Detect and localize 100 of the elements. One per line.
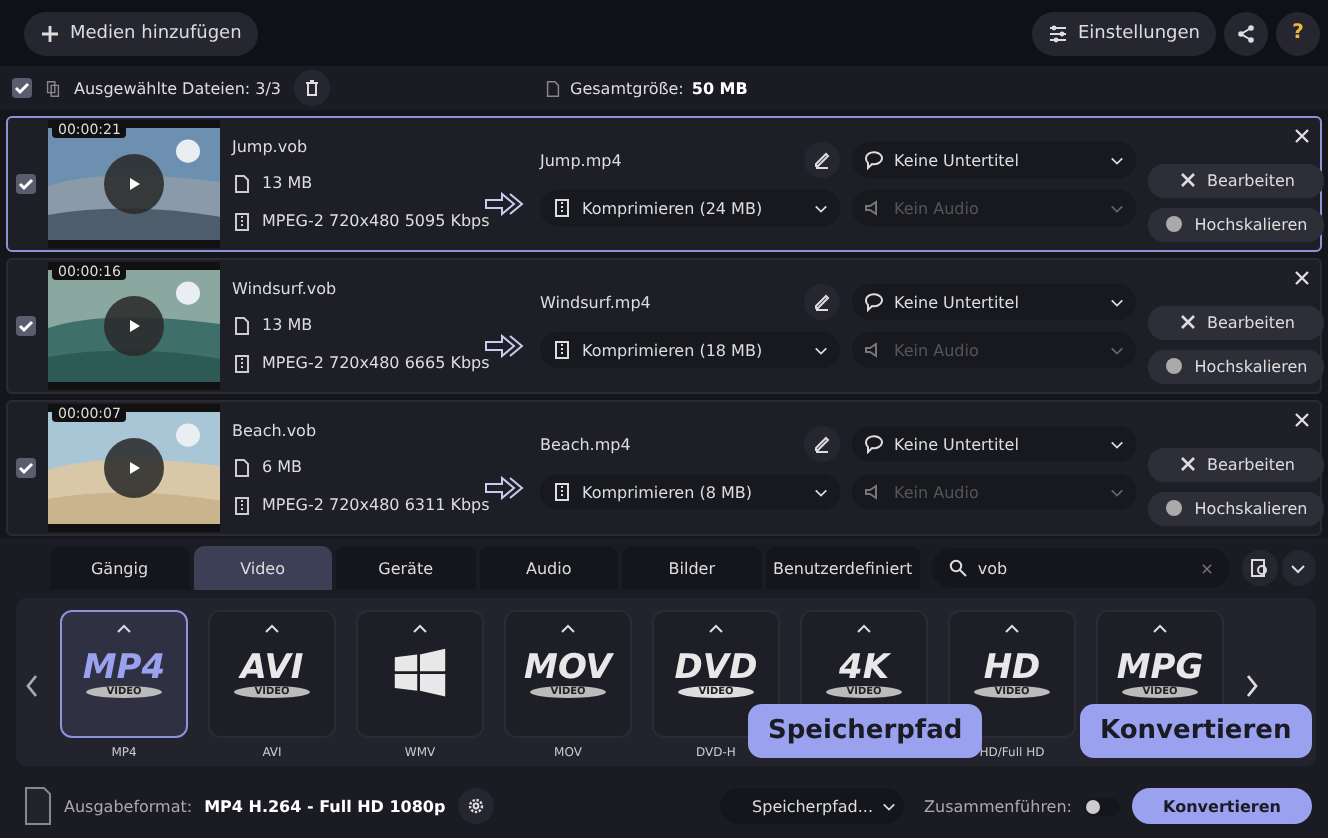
format-tab[interactable]: Audio xyxy=(479,546,619,590)
edit-button[interactable]: Bearbeiten xyxy=(1148,305,1324,339)
tools-icon xyxy=(1177,312,1198,332)
file-size: 6 MB xyxy=(262,458,303,476)
close-button[interactable] xyxy=(1292,126,1312,146)
close-icon xyxy=(1292,410,1312,430)
selected-files-text: Ausgewählte Dateien: 3/3 xyxy=(74,79,281,97)
format-tab[interactable]: Gängig xyxy=(50,546,190,590)
file-name: Windsurf.vob xyxy=(232,279,339,297)
edit-button[interactable]: Bearbeiten xyxy=(1148,163,1324,197)
upscale-button[interactable]: Hochskalieren xyxy=(1148,207,1324,241)
codec-info: MPEG-2 720x480 6665 Kbps xyxy=(262,354,490,372)
select-all-checkbox[interactable] xyxy=(12,78,32,98)
convert-tooltip: Konvertieren xyxy=(1080,704,1312,758)
search-folder-button[interactable] xyxy=(1242,550,1278,586)
file-checkbox[interactable] xyxy=(16,316,36,336)
play-icon xyxy=(124,174,144,194)
convert-button[interactable]: Konvertieren xyxy=(1132,788,1312,824)
output-format-label: Ausgabeformat: xyxy=(64,797,193,815)
caret-icon xyxy=(814,487,828,497)
codec-icon xyxy=(232,353,252,373)
codec-info: MPEG-2 720x480 6311 Kbps xyxy=(262,496,490,514)
search-field[interactable]: vob xyxy=(931,548,1231,588)
caret-icon xyxy=(1110,203,1124,213)
help-button[interactable]: ? xyxy=(1276,11,1320,55)
speech-bubble-icon xyxy=(864,292,884,312)
mp4-file-icon xyxy=(24,786,52,826)
format-tab[interactable]: Geräte xyxy=(336,546,476,590)
compression-dropdown[interactable]: Komprimieren (8 MB) xyxy=(540,474,840,510)
pencil-icon xyxy=(812,292,832,312)
chevron-up-icon xyxy=(262,622,282,634)
sliders-icon xyxy=(1047,23,1068,43)
output-format-value: MP4 H.264 - Full HD 1080p xyxy=(204,797,446,815)
collapse-button[interactable] xyxy=(1281,550,1316,586)
tools-icon xyxy=(1177,454,1198,474)
file-icon xyxy=(232,173,252,193)
codec-icon xyxy=(232,211,252,231)
search-icon xyxy=(947,558,968,578)
zip-icon xyxy=(552,482,572,502)
trash-icon xyxy=(301,78,321,98)
convert-arrow-icon xyxy=(484,476,524,500)
settings-button[interactable]: Einstellungen xyxy=(1031,11,1216,55)
delete-button[interactable] xyxy=(293,70,329,106)
close-button[interactable] xyxy=(1292,268,1312,288)
subtitle-dropdown[interactable]: Keine Untertitel xyxy=(852,142,1136,178)
upscale-button[interactable]: Hochskalieren xyxy=(1148,349,1324,383)
rename-button[interactable] xyxy=(804,284,840,320)
files-icon xyxy=(44,79,62,97)
format-tile[interactable] xyxy=(356,610,484,738)
close-button[interactable] xyxy=(1292,410,1312,430)
convert-arrow-icon xyxy=(484,192,524,216)
file-size: 13 MB xyxy=(262,316,313,334)
caret-icon xyxy=(1110,439,1124,449)
clear-icon[interactable] xyxy=(1200,561,1215,575)
plus-icon xyxy=(40,23,60,43)
share-icon xyxy=(1236,23,1256,43)
subtitle-dropdown[interactable]: Keine Untertitel xyxy=(852,284,1136,320)
save-path-dropdown[interactable]: Speicherpfad... xyxy=(720,788,905,824)
convert-arrow-icon xyxy=(484,334,524,358)
merge-label: Zusammenführen: xyxy=(924,797,1072,815)
close-icon xyxy=(1292,268,1312,288)
chevron-up-icon xyxy=(854,622,874,634)
folder-search-icon xyxy=(1249,558,1270,578)
share-button[interactable] xyxy=(1224,11,1268,55)
speech-bubble-icon xyxy=(864,150,884,170)
play-icon xyxy=(124,458,144,478)
output-name: Jump.mp4 xyxy=(540,151,622,169)
total-size-label: Gesamtgröße: xyxy=(570,79,684,97)
file-size: 13 MB xyxy=(262,174,313,192)
tools-icon xyxy=(1177,170,1198,190)
file-name: Jump.vob xyxy=(232,137,310,155)
zip-icon xyxy=(552,340,572,360)
gear-icon xyxy=(465,796,486,816)
rename-button[interactable] xyxy=(804,142,840,178)
close-icon xyxy=(1292,126,1312,146)
compression-dropdown[interactable]: Komprimieren (24 MB) xyxy=(540,190,840,226)
pencil-icon xyxy=(812,434,832,454)
format-tab[interactable]: Bilder xyxy=(622,546,762,590)
format-tab[interactable]: Video xyxy=(193,546,333,590)
add-media-button[interactable]: Medien hinzufügen xyxy=(24,11,258,55)
file-name: Beach.vob xyxy=(232,421,319,439)
output-name: Windsurf.mp4 xyxy=(540,293,651,311)
merge-toggle[interactable] xyxy=(1084,797,1120,815)
format-tab[interactable]: Benutzerdefiniert xyxy=(765,546,920,590)
caret-icon xyxy=(1110,297,1124,307)
output-name: Beach.mp4 xyxy=(540,435,631,453)
chevron-up-icon xyxy=(706,622,726,634)
play-icon xyxy=(124,316,144,336)
settings-button[interactable] xyxy=(457,788,494,824)
zip-icon xyxy=(552,198,572,218)
file-checkbox[interactable] xyxy=(16,174,36,194)
chevron-up-icon xyxy=(1002,622,1022,634)
rename-button[interactable] xyxy=(804,426,840,462)
compression-dropdown[interactable]: Komprimieren (18 MB) xyxy=(540,332,840,368)
file-checkbox[interactable] xyxy=(16,458,36,478)
file-icon xyxy=(544,79,562,97)
subtitle-dropdown[interactable]: Keine Untertitel xyxy=(852,426,1136,462)
edit-button[interactable]: Bearbeiten xyxy=(1148,447,1324,481)
speech-bubble-icon xyxy=(864,434,884,454)
upscale-button[interactable]: Hochskalieren xyxy=(1148,491,1324,525)
